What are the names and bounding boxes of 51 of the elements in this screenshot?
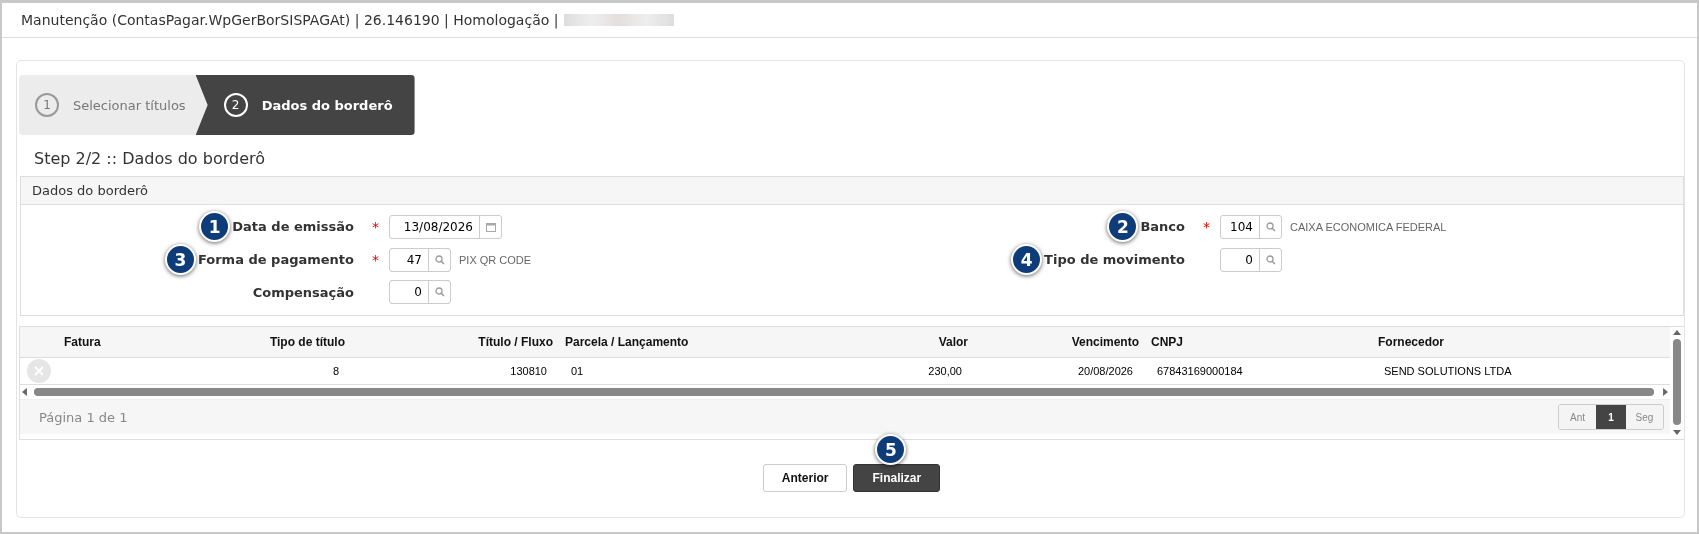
step-marker: 1 [199,211,231,242]
step-marker: 4 [1011,244,1043,275]
pager-button[interactable]: 1 [1596,405,1626,429]
section-header: Dados do borderô [21,177,1683,205]
required-mark: * [371,219,379,235]
window-title: Manutenção (ContasPagar.WpGerBorSISPAGAt) | 26.146190 | Homologação | [21,12,559,28]
column-header: Valor [937,334,969,351]
step-title: Step 2/2 :: Dados do borderô [33,148,266,170]
field-label: Banco [1140,219,1185,234]
table-cell-text: 01 [570,364,585,379]
date-field[interactable]: 13/08/2026 [389,214,502,239]
step-marker: 2 [1107,211,1139,242]
field-label: Tipo de movimento [1044,252,1185,267]
table-cell-text: 67843169000184 [1156,364,1244,379]
step-marker: 5 [875,434,907,465]
column-header: Título / Fluxo [477,334,554,351]
wizard-step[interactable]: 1 Selecionar títulos [19,75,208,135]
field-label: Forma de pagamento [197,252,354,267]
horizontal-scrollbar[interactable] [20,385,1670,399]
column-header: Tipo de título [268,334,346,351]
table-cell-text: 20/08/2026 [1076,364,1134,379]
required-mark: * [1202,219,1210,235]
finish-button[interactable]: Finalizar [853,464,941,492]
required-mark: * [371,252,379,268]
search-icon [434,254,445,265]
table-cell-text: 8 [331,364,340,379]
code-field[interactable]: 104 [1220,214,1282,239]
column-header: Parcela / Lançamento [564,334,690,351]
column-header: CNPJ [1150,334,1184,351]
calendar-icon [485,221,496,232]
column-header: Fornecedor [1377,334,1445,351]
table-cell-text: SEND SOLUTIONS LTDA [1383,364,1513,379]
field-description: CAIXA ECONOMICA FEDERAL [1290,220,1447,233]
field-label: Data de emissão [232,219,354,234]
back-button[interactable]: Anterior [762,464,848,492]
code-field[interactable]: 47 [389,247,451,272]
step-marker: 3 [164,244,196,275]
search-icon [434,287,445,297]
code-field[interactable]: 0 [389,280,451,304]
field-description: PIX QR CODE [459,253,532,266]
field-label: Compensação [252,284,354,300]
code-field[interactable]: 0 [1220,247,1282,272]
page-info: Página 1 de 1 [39,409,128,425]
wizard-step[interactable]: 2 Dados do borderô [195,75,415,135]
search-icon [1265,254,1276,265]
table-cell-text: 130810 [509,364,548,379]
table-cell-text: 230,00 [927,364,963,379]
column-header: Vencimento [1070,334,1140,351]
table-row[interactable]: 8 130810 01 230,00 20/08/2026 67843169000184 SEND SOLUTIONS LTDA [20,358,1670,385]
search-icon [1265,221,1276,232]
column-header: Fatura [63,334,102,351]
